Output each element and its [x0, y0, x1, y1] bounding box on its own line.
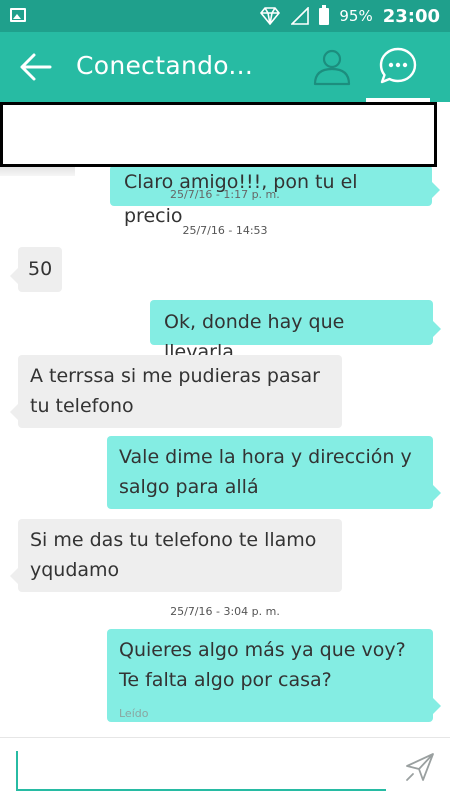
- redaction-box: [0, 102, 437, 167]
- message-line: Te falta algo por casa?: [119, 669, 332, 691]
- message-line: salgo para allá: [119, 476, 259, 498]
- date-separator: 25/7/16 - 3:04 p. m.: [170, 605, 280, 618]
- message-line: Vale dime la hora y dirección y: [119, 446, 412, 468]
- page-title: Conectando...: [76, 51, 254, 80]
- gem-icon: [260, 7, 281, 25]
- composer: [0, 737, 450, 800]
- message-incoming: 50: [10, 247, 62, 292]
- message-outgoing: Quieres algo más ya que voy? Te falta al…: [107, 629, 441, 722]
- profile-icon[interactable]: [312, 46, 352, 86]
- banner-shadow: [0, 167, 75, 176]
- divider: [0, 737, 450, 738]
- message-text: 50: [28, 258, 53, 280]
- message-time: 25/7/16 - 1:17 p. m.: [170, 188, 280, 201]
- chat-bubble-icon[interactable]: [378, 46, 418, 86]
- message-incoming: Si me das tu telefono te llamo yqudamo: [10, 519, 342, 592]
- app-bar: Conectando...: [0, 32, 450, 102]
- text-cursor: [16, 751, 18, 789]
- message-outgoing: Ok, donde hay que llevarla: [150, 300, 441, 363]
- signal-icon: [291, 7, 310, 25]
- message-line: tu telefono: [30, 395, 134, 417]
- message-line: Si me das tu telefono te llamo: [30, 529, 317, 551]
- battery-icon: [319, 4, 330, 25]
- status-bar: 95% 23:00: [0, 0, 450, 32]
- read-status: Leído: [119, 707, 149, 720]
- clock: 23:00: [382, 5, 440, 27]
- message-line: Quieres algo más ya que voy?: [119, 639, 406, 661]
- status-right: 95% 23:00: [259, 4, 440, 27]
- message-list[interactable]: Claro amigo!!!, pon tu el precio 25/7/16…: [0, 167, 450, 737]
- message-input[interactable]: [16, 751, 386, 791]
- battery-percent: 95%: [339, 7, 373, 25]
- message-incoming: A terrssa si me pudieras pasar tu telefo…: [10, 355, 342, 428]
- message-outgoing: Vale dime la hora y dirección y salgo pa…: [107, 436, 441, 509]
- date-separator: 25/7/16 - 14:53: [182, 224, 268, 237]
- message-line: yqudamo: [30, 559, 120, 581]
- send-icon[interactable]: [404, 751, 436, 783]
- message-line: A terrssa si me pudieras pasar: [30, 365, 320, 387]
- back-arrow-icon[interactable]: [18, 52, 52, 82]
- gallery-notification-icon: [10, 8, 26, 22]
